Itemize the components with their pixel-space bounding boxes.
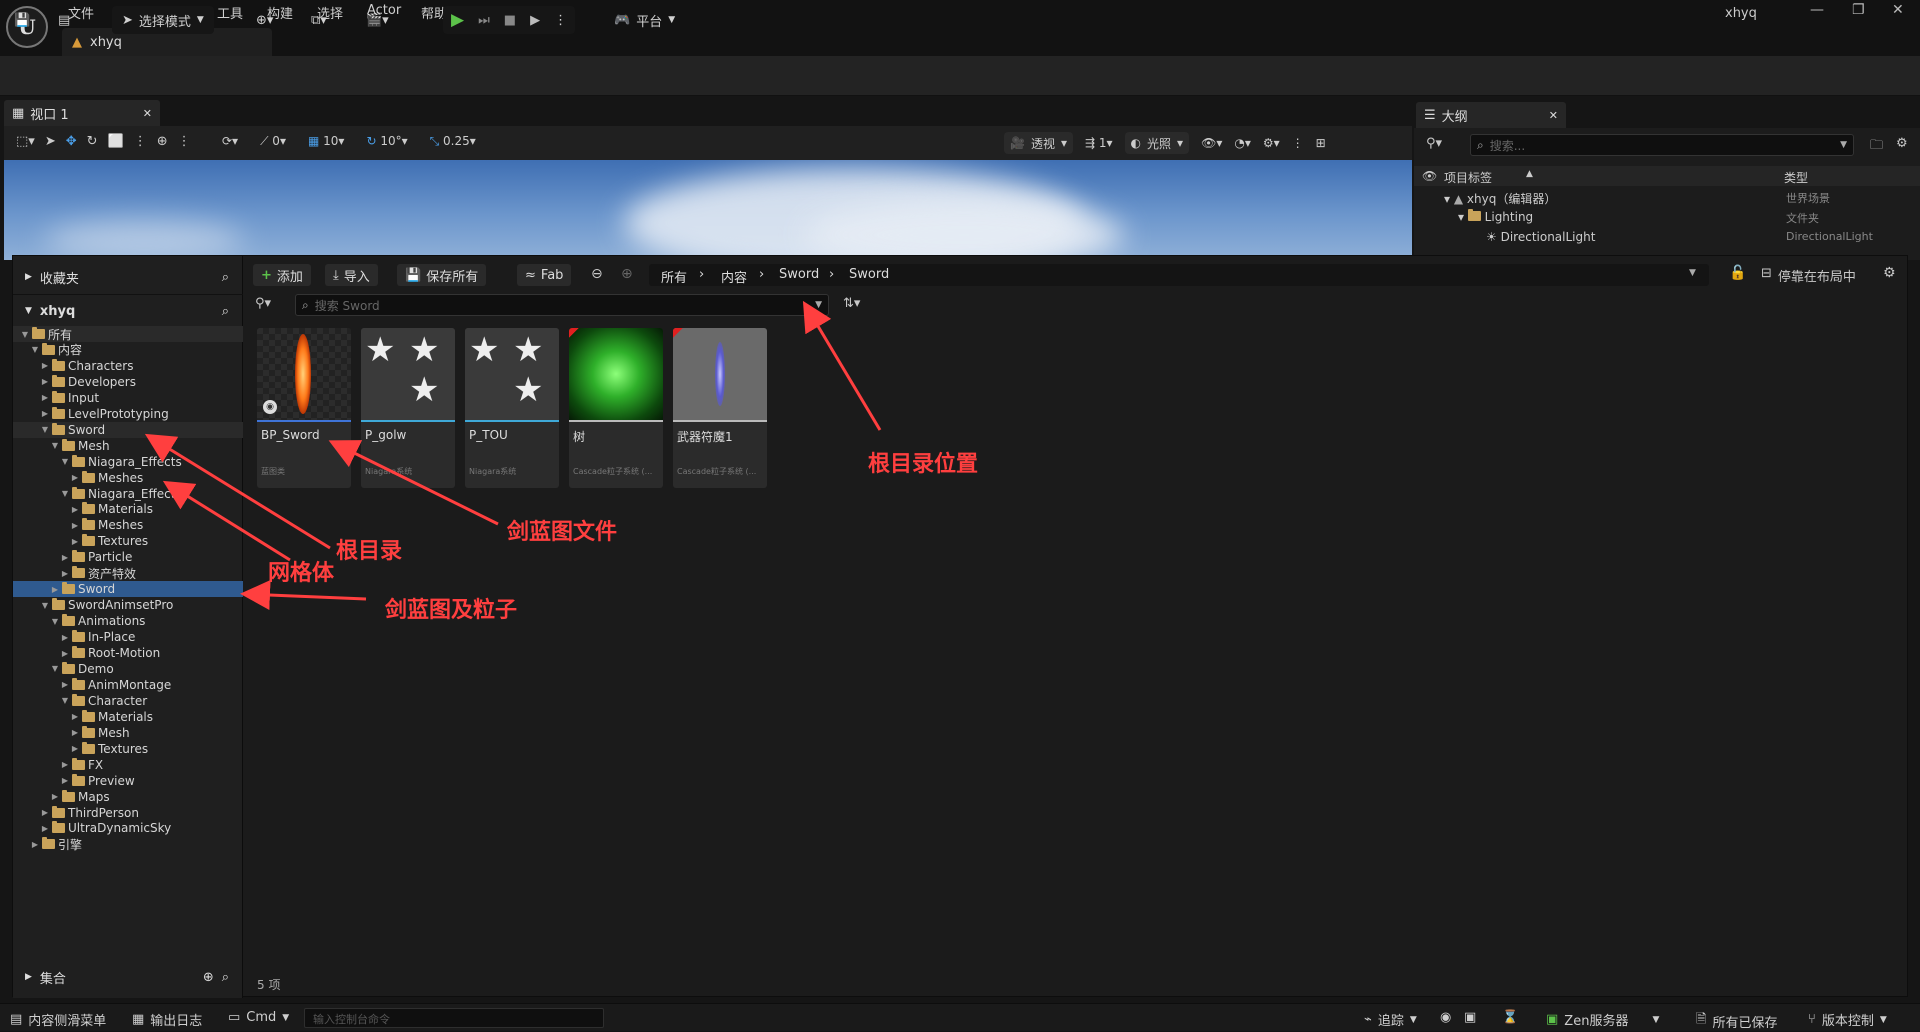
- output-log-label: 输出日志: [150, 1014, 203, 1029]
- console-input[interactable]: 输入控制台命令: [304, 1008, 604, 1028]
- chevron-down-icon: ▼: [1879, 1014, 1887, 1025]
- chevron-down-icon: ▼: [282, 1012, 290, 1023]
- saved-label: 所有已保存: [1712, 1015, 1778, 1031]
- annotation-bp-particle: 剑蓝图及粒子: [385, 598, 518, 623]
- content-drawer-button[interactable]: ▤ 内容侧滑菜单: [10, 1010, 106, 1029]
- log-icon: ▦: [132, 1012, 145, 1027]
- chevron-down-icon: ▼: [1652, 1014, 1660, 1025]
- screenshot-icon[interactable]: ▣: [1464, 1010, 1476, 1025]
- output-log-button[interactable]: ▦ 输出日志: [132, 1010, 202, 1029]
- console-placeholder: 输入控制台命令: [313, 1013, 390, 1026]
- source-control-dropdown[interactable]: ⑂ 版本控制 ▼: [1808, 1010, 1887, 1029]
- trace-dropdown[interactable]: ⌁ 追踪 ▼: [1364, 1010, 1417, 1029]
- zen-server-dropdown[interactable]: ▣ Zen服务器 ▼: [1546, 1010, 1659, 1029]
- annotation-root: 根目录: [336, 539, 403, 564]
- annotation-arrows: [144, 300, 882, 610]
- arrow-bp-particle: [240, 580, 367, 610]
- zen-icon: ▣: [1546, 1012, 1559, 1027]
- arrow-mesh: [162, 480, 291, 562]
- drawer-icon: ▤: [10, 1012, 23, 1027]
- timer-icon[interactable]: ⌛: [1502, 1010, 1518, 1025]
- terminal-icon: ▭: [228, 1010, 241, 1025]
- vcs-label: 版本控制: [1821, 1014, 1874, 1029]
- cmd-dropdown[interactable]: ▭ Cmd ▼: [228, 1010, 289, 1025]
- status-bar: ▤ 内容侧滑菜单 ▦ 输出日志 ▭ Cmd ▼ 输入控制台命令 ⌁ 追踪 ▼ ◉ ▣ ⌛ ▣…: [0, 1003, 1920, 1031]
- annotation-mesh: 网格体: [268, 561, 335, 586]
- annotation-bp-file: 剑蓝图文件: [507, 520, 618, 545]
- arrow-root-position: [802, 300, 882, 431]
- annotation-root-position: 根目录位置: [868, 452, 979, 477]
- zen-label: Zen服务器: [1564, 1014, 1629, 1029]
- arrow-bp-file: [328, 440, 499, 526]
- chevron-down-icon: ▼: [1409, 1014, 1417, 1025]
- saved-icon: 🗎: [1696, 1012, 1707, 1027]
- record-icon[interactable]: ◉: [1440, 1010, 1451, 1025]
- arrow-root: [144, 433, 331, 550]
- branch-icon: ⑂: [1808, 1012, 1816, 1027]
- trace-icon: ⌁: [1364, 1012, 1372, 1027]
- content-drawer-label: 内容侧滑菜单: [28, 1014, 107, 1029]
- save-status[interactable]: 🗎 所有已保存: [1696, 1010, 1777, 1032]
- trace-label: 追踪: [1377, 1014, 1404, 1029]
- cmd-label: Cmd: [246, 1010, 277, 1025]
